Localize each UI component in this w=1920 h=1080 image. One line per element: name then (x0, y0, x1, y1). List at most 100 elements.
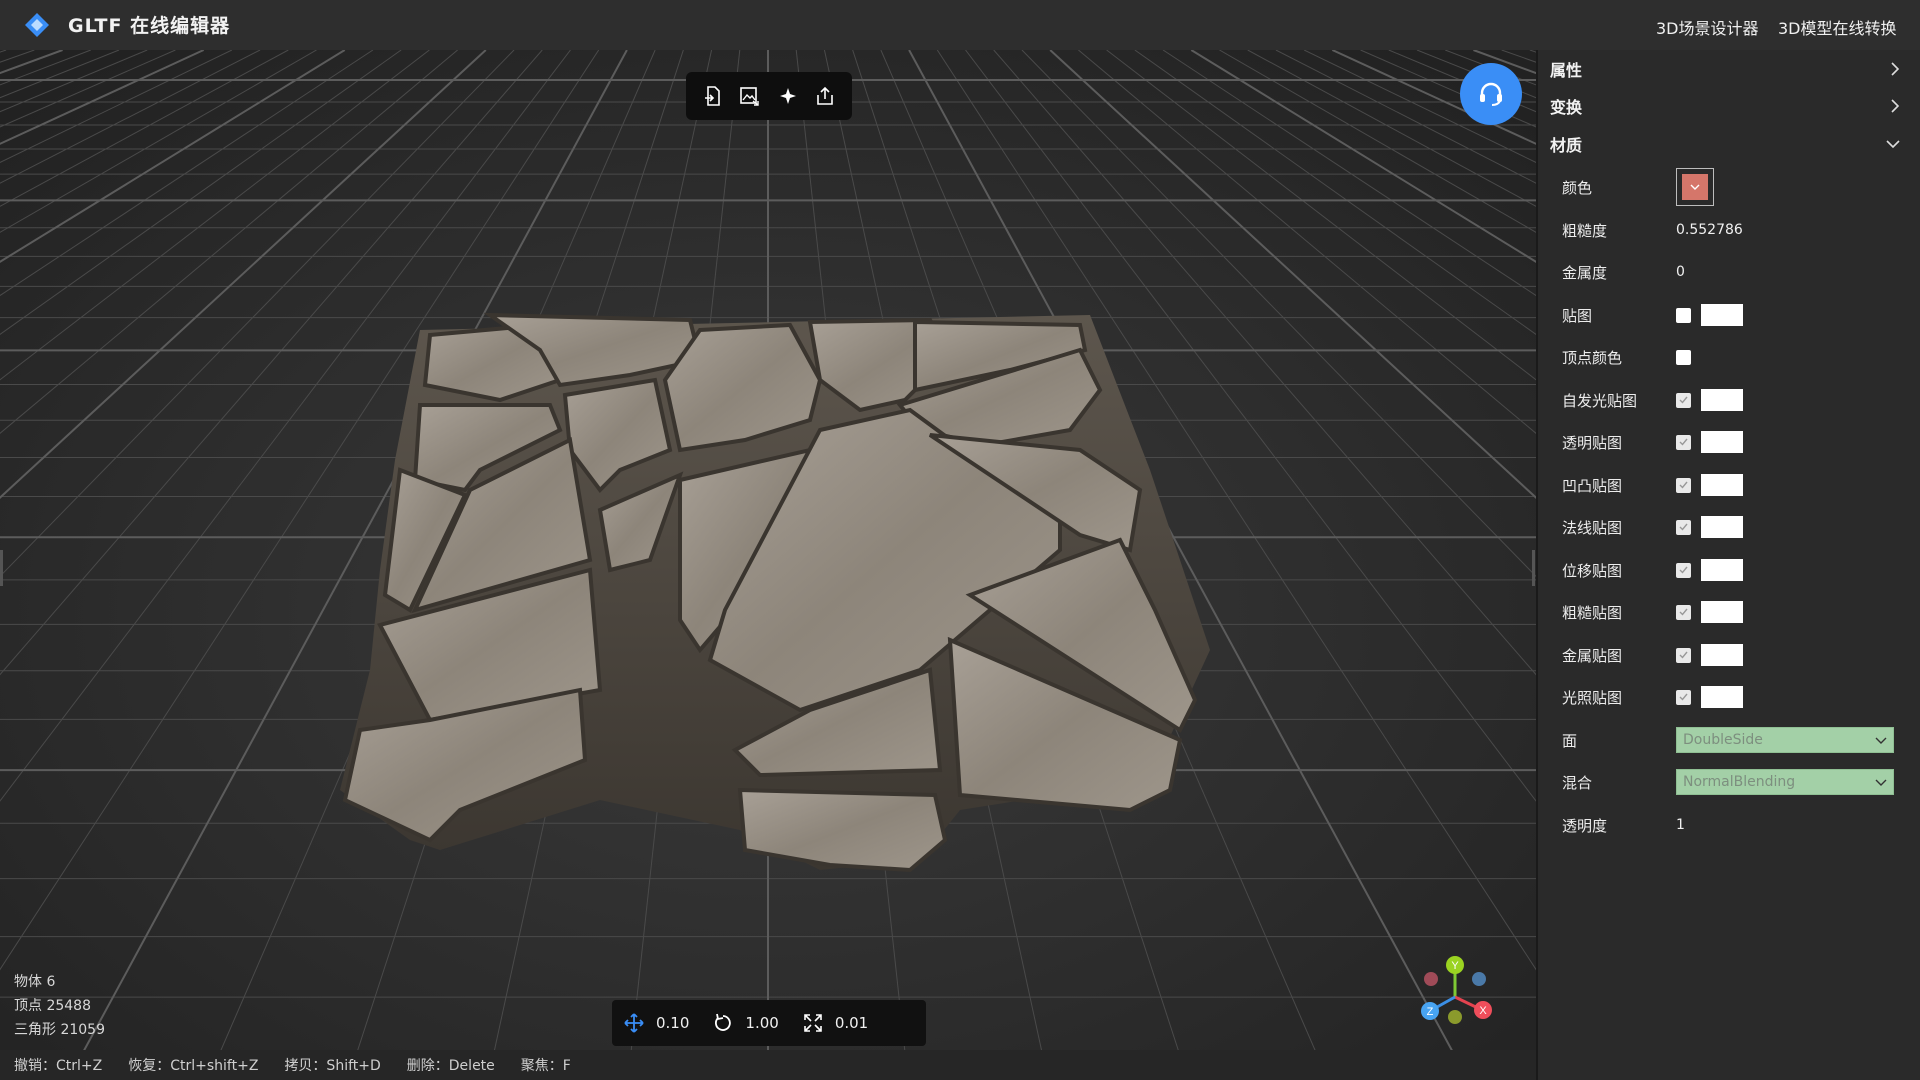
metalness-map-checkbox[interactable] (1676, 647, 1691, 663)
section-material[interactable]: 材质 (1550, 129, 1900, 159)
light-map-label: 光照贴图 (1562, 688, 1623, 707)
shortcut-undo: 撤销：Ctrl+Z (14, 1058, 103, 1074)
bump-map-texture-slot[interactable] (1701, 474, 1743, 496)
triangle-count: 三角形 21059 (14, 1022, 105, 1038)
scale-icon[interactable] (803, 1013, 823, 1033)
metalness-map-row: 金属贴图 (1562, 640, 1902, 670)
map-label: 贴图 (1562, 306, 1593, 325)
map-row: 贴图 (1562, 300, 1902, 330)
alpha-map-row: 透明贴图 (1562, 427, 1902, 457)
shortcut-redo: 恢复：Ctrl+shift+Z (128, 1058, 259, 1074)
stone-model[interactable] (340, 312, 1210, 873)
app-title: GLTF 在线编辑器 (68, 15, 231, 37)
displacement-map-label: 位移贴图 (1562, 561, 1623, 580)
light-map-texture-slot[interactable] (1701, 686, 1743, 708)
vertex-color-label: 顶点颜色 (1562, 348, 1623, 367)
metalness-label: 金属度 (1562, 263, 1608, 282)
roughness-label: 粗糙度 (1562, 221, 1608, 240)
metalness-map-texture-slot[interactable] (1701, 644, 1743, 666)
rotate-snap-value[interactable]: 1.00 (745, 1014, 778, 1032)
bump-map-row: 凹凸贴图 (1562, 470, 1902, 500)
import-icon[interactable] (699, 82, 727, 110)
rotate-icon[interactable] (713, 1013, 733, 1033)
light-map-checkbox[interactable] (1676, 689, 1691, 705)
alpha-map-texture-slot[interactable] (1701, 431, 1743, 453)
y-axis-label: Y (1451, 960, 1459, 972)
emissive-map-label: 自发光贴图 (1562, 391, 1638, 410)
color-row: 颜色 (1562, 167, 1902, 207)
normal-map-row: 法线贴图 (1562, 512, 1902, 542)
vertex-color-checkbox[interactable] (1676, 349, 1691, 365)
map-checkbox[interactable] (1676, 307, 1691, 323)
x-axis-label: X (1479, 1005, 1487, 1017)
normal-map-texture-slot[interactable] (1701, 516, 1743, 538)
blending-select-value: NormalBlending (1683, 774, 1796, 790)
section-properties-label: 属性 (1550, 61, 1583, 80)
displacement-map-texture-slot[interactable] (1701, 559, 1743, 581)
axis-gizmo[interactable]: Y X Z (1410, 952, 1500, 1042)
blending-label: 混合 (1562, 773, 1593, 792)
scene-stats: 物体 6 顶点 25488 三角形 21059 (14, 970, 105, 1042)
side-select[interactable]: DoubleSide (1676, 727, 1894, 753)
scene-canvas[interactable] (0, 50, 1536, 1080)
chevron-right-icon (1891, 62, 1900, 76)
shortcut-delete: 删除：Delete (406, 1058, 495, 1074)
shortcut-focus: 聚焦：F (520, 1058, 571, 1074)
section-material-label: 材质 (1550, 136, 1583, 155)
model-convert-link[interactable]: 3D模型在线转换 (1778, 15, 1897, 39)
shortcut-hints: 撤销：Ctrl+Z 恢复：Ctrl+shift+Z 拷贝：Shift+D 删除：… (0, 1050, 1536, 1080)
emissive-map-texture-slot[interactable] (1701, 389, 1743, 411)
opacity-row: 透明度 1 (1562, 810, 1902, 840)
blending-select[interactable]: NormalBlending (1676, 769, 1894, 795)
section-properties[interactable]: 属性 (1550, 54, 1900, 84)
chevron-down-icon (1886, 140, 1900, 149)
share-icon[interactable] (811, 82, 839, 110)
section-transform[interactable]: 变换 (1550, 91, 1900, 121)
roughness-value[interactable]: 0.552786 (1676, 222, 1743, 238)
viewport-toolbar (686, 72, 852, 120)
customer-support-button[interactable] (1460, 63, 1522, 125)
inspector-panel: 属性 变换 材质 颜色 粗糙度 0.552786 金属度 0 贴图 顶点颜色 自… (1536, 50, 1920, 1080)
bump-map-checkbox[interactable] (1676, 477, 1691, 493)
map-texture-slot[interactable] (1701, 304, 1743, 326)
chevron-right-icon (1891, 99, 1900, 113)
image-export-icon[interactable] (736, 82, 764, 110)
vertex-color-row: 顶点颜色 (1562, 342, 1902, 372)
color-label: 颜色 (1562, 178, 1593, 197)
emissive-map-row: 自发光贴图 (1562, 385, 1902, 415)
light-map-row: 光照贴图 (1562, 682, 1902, 712)
metalness-map-label: 金属贴图 (1562, 646, 1623, 665)
bump-map-label: 凹凸贴图 (1562, 476, 1623, 495)
roughness-map-checkbox[interactable] (1676, 604, 1691, 620)
alpha-map-checkbox[interactable] (1676, 434, 1691, 450)
opacity-value[interactable]: 1 (1676, 817, 1685, 833)
roughness-map-row: 粗糙贴图 (1562, 597, 1902, 627)
object-count: 物体 6 (14, 974, 56, 990)
normal-map-checkbox[interactable] (1676, 519, 1691, 535)
section-transform-label: 变换 (1550, 98, 1583, 117)
chevron-down-icon (1875, 779, 1887, 786)
side-select-value: DoubleSide (1683, 732, 1763, 748)
logo-icon (25, 13, 49, 37)
roughness-map-texture-slot[interactable] (1701, 601, 1743, 623)
move-snap-value[interactable]: 0.10 (656, 1014, 689, 1032)
3d-viewport[interactable]: 物体 6 顶点 25488 三角形 21059 0.10 1.00 0.01 Y… (0, 50, 1536, 1080)
chevron-down-icon (1875, 737, 1887, 744)
vertex-count: 顶点 25488 (14, 998, 91, 1014)
scene-designer-link[interactable]: 3D场景设计器 (1656, 15, 1759, 39)
metalness-row: 金属度 0 (1562, 257, 1902, 287)
metalness-value[interactable]: 0 (1676, 264, 1685, 280)
normal-map-label: 法线贴图 (1562, 518, 1623, 537)
emissive-map-checkbox[interactable] (1676, 392, 1691, 408)
shortcut-copy: 拷贝：Shift+D (284, 1058, 381, 1074)
displacement-map-checkbox[interactable] (1676, 562, 1691, 578)
scale-snap-value[interactable]: 0.01 (835, 1014, 868, 1032)
color-picker[interactable] (1676, 168, 1714, 206)
roughness-map-label: 粗糙贴图 (1562, 603, 1623, 622)
light-icon[interactable] (774, 82, 802, 110)
move-icon[interactable] (624, 1013, 644, 1033)
opacity-label: 透明度 (1562, 816, 1608, 835)
displacement-map-row: 位移贴图 (1562, 555, 1902, 585)
left-resize-handle[interactable] (0, 550, 3, 586)
right-resize-handle[interactable] (1532, 550, 1535, 586)
